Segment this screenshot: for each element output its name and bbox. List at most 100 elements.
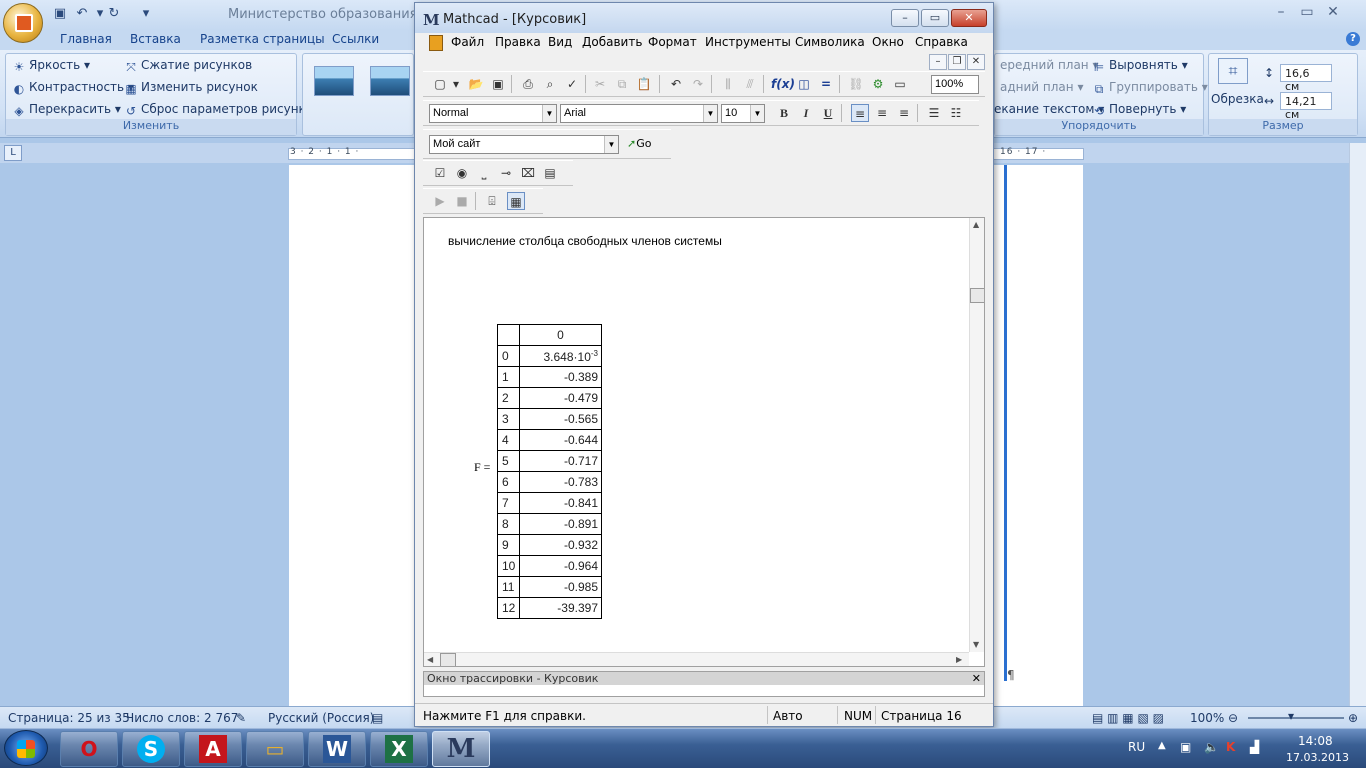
insert-unit-icon[interactable]: ◫ xyxy=(795,75,813,93)
save-icon[interactable]: ▣ xyxy=(489,75,507,93)
play-icon[interactable]: ▶ xyxy=(431,192,449,210)
calculate-icon[interactable]: = xyxy=(817,75,835,93)
menu-file[interactable]: Файл xyxy=(451,35,484,49)
rotate-button[interactable]: ⟲ Повернуть ▾ xyxy=(1092,102,1186,118)
crop-icon[interactable]: ⌗ xyxy=(1218,58,1248,84)
matrix-cell[interactable]: -0.964 xyxy=(519,555,602,577)
scroll-thumb[interactable] xyxy=(440,653,456,666)
go-button[interactable]: ➚Go xyxy=(627,137,651,150)
worksheet-horizontal-scrollbar[interactable]: ◀ ▶ xyxy=(424,652,969,666)
matrix-cell[interactable]: -0.389 xyxy=(519,366,602,388)
start-button[interactable] xyxy=(4,730,48,766)
tab-page-layout[interactable]: Разметка страницы xyxy=(200,32,325,46)
scroll-left-icon[interactable]: ◀ xyxy=(427,655,433,664)
view-buttons-icon[interactable]: ▤ ▥ ▦ ▧ ▨ xyxy=(1092,711,1164,725)
brightness-button[interactable]: ☀ Яркость ▾ xyxy=(12,58,90,74)
word-icon[interactable]: W xyxy=(308,731,366,767)
matrix-cell[interactable]: -0.783 xyxy=(519,471,602,493)
opera-icon[interactable]: O xyxy=(60,731,118,767)
scroll-down-icon[interactable]: ▼ xyxy=(973,640,979,649)
matrix-cell[interactable]: -0.644 xyxy=(519,429,602,451)
print-preview-icon[interactable]: ⌕ xyxy=(541,75,559,93)
resources-select[interactable]: Мой сайт ▼ xyxy=(429,135,619,154)
insert-component-icon[interactable]: ⚙ xyxy=(869,75,887,93)
redo-icon[interactable]: ↷ xyxy=(689,75,707,93)
menu-edit[interactable]: Правка xyxy=(495,35,541,49)
insert-function-icon[interactable]: f(x) xyxy=(771,75,795,93)
document-icon[interactable] xyxy=(429,35,443,51)
acrobat-icon[interactable]: A xyxy=(184,731,242,767)
group-button[interactable]: ⧉ Группировать ▾ xyxy=(1092,80,1208,96)
antivirus-icon[interactable]: K xyxy=(1226,740,1235,754)
align-button[interactable]: ⊫ Выровнять ▾ xyxy=(1092,58,1188,74)
slider-control-icon[interactable]: ⊸ xyxy=(497,164,515,182)
help-icon[interactable]: ? xyxy=(1346,32,1360,46)
bullets-icon[interactable]: ☰ xyxy=(925,104,943,122)
menu-help[interactable]: Справка xyxy=(915,35,968,49)
minimize-icon[interactable]: – xyxy=(1268,4,1294,20)
crop-label[interactable]: Обрезка xyxy=(1211,92,1264,106)
change-picture-button[interactable]: ▦ Изменить рисунок xyxy=(124,80,258,96)
menu-tools[interactable]: Инструменты xyxy=(705,35,791,49)
doc-minimize-icon[interactable]: – xyxy=(929,54,947,70)
tab-references[interactable]: Ссылки xyxy=(332,32,379,46)
status-calc-mode[interactable]: Авто xyxy=(773,709,803,723)
result-matrix[interactable]: 0 0 3.648·10-3 1 -0.389 2 -0.479 3 -0.565 4… xyxy=(497,324,602,619)
contrast-button[interactable]: ◐ Контрастность ▾ xyxy=(12,80,134,96)
status-page[interactable]: Страница: 25 из 35 xyxy=(8,711,130,725)
matrix-cell[interactable]: -0.932 xyxy=(519,534,602,556)
width-field[interactable]: 14,21 см xyxy=(1280,92,1332,121)
mathcad-taskbar-icon[interactable]: M xyxy=(432,731,490,767)
qat-customize-icon[interactable]: ▾ xyxy=(138,6,154,22)
bold-icon[interactable]: B xyxy=(775,104,793,122)
align-down-icon[interactable]: ⫻ xyxy=(741,75,759,93)
network-icon[interactable]: ▟ xyxy=(1250,740,1259,754)
menu-view[interactable]: Вид xyxy=(548,35,572,49)
undo-icon[interactable]: ↶ xyxy=(74,6,90,22)
copy-icon[interactable]: ⧉ xyxy=(613,75,631,93)
close-icon[interactable]: ✕ xyxy=(951,9,987,27)
undo-icon[interactable]: ↶ xyxy=(667,75,685,93)
textbox-control-icon[interactable]: ⌧ xyxy=(519,164,537,182)
explorer-folder-icon[interactable]: ▭ xyxy=(246,731,304,767)
trace-close-icon[interactable]: ✕ xyxy=(972,672,981,685)
tab-home[interactable]: Главная xyxy=(60,32,112,46)
spellcheck-icon[interactable]: ✎ xyxy=(236,711,246,725)
paste-icon[interactable]: 📋 xyxy=(635,75,653,93)
print-icon[interactable]: ⎙ xyxy=(519,75,537,93)
scroll-right-icon[interactable]: ▶ xyxy=(956,655,962,664)
insert-hyperlink-icon[interactable]: ⛓ xyxy=(847,75,865,93)
matrix-cell[interactable]: -0.717 xyxy=(519,450,602,472)
picture-style-thumbnail[interactable] xyxy=(314,66,354,96)
scroll-thumb[interactable] xyxy=(970,288,984,303)
font-select[interactable]: Arial ▼ xyxy=(560,104,718,123)
matrix-cell[interactable]: -0.985 xyxy=(519,576,602,598)
bring-forward-button[interactable]: ередний план ▾ xyxy=(1000,58,1099,72)
word-vertical-scrollbar[interactable] xyxy=(1349,143,1366,706)
menu-insert[interactable]: Добавить xyxy=(582,35,642,49)
send-backward-button[interactable]: адний план ▾ xyxy=(1000,80,1083,94)
zoom-slider-thumb-icon[interactable]: ▾ xyxy=(1288,709,1294,723)
trace-window[interactable]: Окно трассировки - Курсовик ✕ xyxy=(423,671,985,697)
zoom-slider[interactable] xyxy=(1248,717,1344,719)
cut-icon[interactable]: ✂ xyxy=(591,75,609,93)
status-language[interactable]: Русский (Россия) xyxy=(268,711,374,725)
stop-icon[interactable]: ■ xyxy=(453,192,471,210)
tab-insert[interactable]: Вставка xyxy=(130,32,181,46)
restore-icon[interactable]: ▭ xyxy=(1294,4,1320,20)
italic-icon[interactable]: I xyxy=(797,104,815,122)
listbox-control-icon[interactable]: ▤ xyxy=(541,164,559,182)
matrix-cell[interactable]: 3.648·10-3 xyxy=(519,345,602,367)
matrix-cell[interactable]: -39.397 xyxy=(519,597,602,619)
checkbox-control-icon[interactable]: ☑ xyxy=(431,164,449,182)
tray-app-icon[interactable]: ▣ xyxy=(1180,740,1191,754)
spellcheck-icon[interactable]: ✓ xyxy=(563,75,581,93)
radio-control-icon[interactable]: ◉ xyxy=(453,164,471,182)
open-icon[interactable]: 📂 xyxy=(467,75,485,93)
status-word-count[interactable]: Число слов: 2 767 xyxy=(126,711,238,725)
language-indicator[interactable]: RU xyxy=(1128,740,1145,754)
skype-icon[interactable]: S xyxy=(122,731,180,767)
underline-icon[interactable]: U xyxy=(819,104,837,122)
button-control-icon[interactable]: ⎵ xyxy=(475,164,493,182)
close-icon[interactable]: ✕ xyxy=(1320,4,1346,20)
